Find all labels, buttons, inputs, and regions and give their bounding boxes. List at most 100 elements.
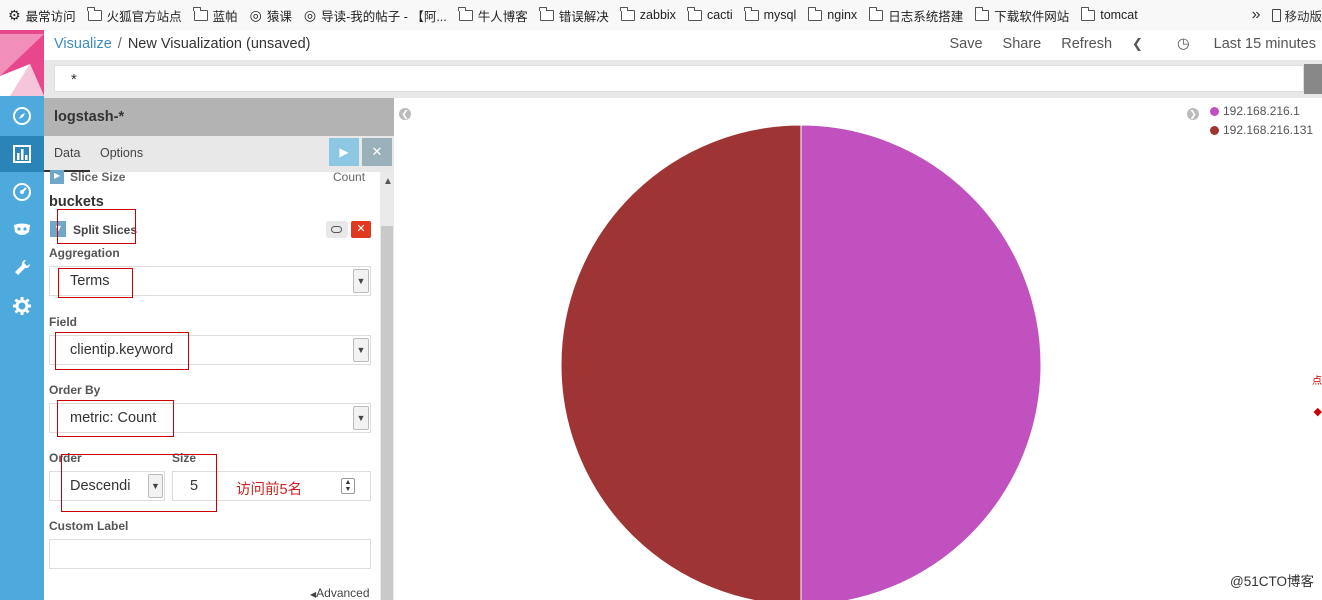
dashboard-gauge-icon bbox=[13, 183, 31, 201]
mobile-phone-icon bbox=[1272, 8, 1282, 22]
legend-label: 192.168.216.131 bbox=[1223, 123, 1314, 137]
save-button[interactable]: Save bbox=[949, 36, 982, 52]
folder-icon bbox=[620, 6, 635, 21]
bookmark-item[interactable]: mysql bbox=[744, 6, 797, 22]
folder-icon bbox=[458, 6, 473, 21]
bookmark-label: mysql bbox=[763, 8, 797, 22]
bookmark-item[interactable]: ◎ 猿课 bbox=[250, 6, 292, 25]
folder-icon bbox=[193, 6, 208, 21]
advanced-toggle[interactable]: ◀Advanced bbox=[310, 586, 370, 600]
legend-swatch bbox=[1210, 106, 1219, 116]
tab-options[interactable]: Options bbox=[100, 146, 143, 160]
toggle-icon bbox=[331, 226, 342, 233]
bookmark-item[interactable]: 错误解决 bbox=[539, 6, 609, 25]
number-stepper-icon[interactable]: ▲ ▼ bbox=[341, 478, 355, 494]
bookmark-item[interactable]: 火狐官方站点 bbox=[87, 6, 182, 25]
legend-item[interactable]: 192.168.216.131 bbox=[1210, 123, 1313, 137]
collapse-sidebar-icon[interactable]: ❮ bbox=[399, 108, 411, 120]
bookmark-label: tomcat bbox=[1100, 8, 1138, 22]
legend-item[interactable]: 192.168.216.1 bbox=[1210, 104, 1300, 118]
edge-annotation-arrow: ◆ bbox=[1313, 406, 1322, 418]
time-range-label: Last 15 minutes bbox=[1213, 36, 1316, 52]
bar-chart-icon bbox=[13, 145, 31, 163]
annotation-box bbox=[55, 332, 189, 370]
query-bar: * bbox=[44, 60, 1322, 98]
bookmarks-overflow[interactable]: » 移动版 bbox=[1252, 6, 1322, 25]
bookmark-label: 错误解决 bbox=[558, 9, 609, 24]
bookmark-item[interactable]: nginx bbox=[807, 6, 858, 22]
legend-toggle-icon[interactable]: ❯ bbox=[1187, 108, 1199, 120]
annotation-box bbox=[61, 454, 217, 512]
nav-devtools[interactable] bbox=[0, 250, 44, 286]
buckets-heading: buckets bbox=[49, 194, 104, 210]
double-chevron-right-icon: » bbox=[1251, 6, 1261, 23]
folder-icon bbox=[1080, 6, 1096, 21]
folder-icon bbox=[87, 6, 102, 21]
chevron-down-icon: ▼ bbox=[353, 406, 369, 430]
bucket-enable-toggle[interactable] bbox=[326, 221, 348, 238]
nav-timelion[interactable] bbox=[0, 212, 44, 248]
search-query-input[interactable]: * bbox=[54, 65, 1304, 92]
index-pattern-title: logstash-* bbox=[44, 98, 394, 136]
time-back-chevron-icon[interactable]: ❮ bbox=[1132, 36, 1143, 52]
folder-icon bbox=[868, 6, 884, 21]
bookmark-item[interactable]: cacti bbox=[687, 6, 733, 22]
metric-expand-toggle[interactable]: ▶ bbox=[50, 170, 64, 184]
bookmark-item[interactable]: ◎ 导读-我的帖子 - 【阿... bbox=[304, 6, 447, 25]
scrollbar-thumb[interactable] bbox=[381, 226, 393, 600]
nav-visualize[interactable] bbox=[0, 136, 44, 172]
chevron-down-icon: ▼ bbox=[353, 338, 369, 362]
bookmark-item[interactable]: 下载软件网站 bbox=[974, 6, 1070, 25]
pie-slice-1[interactable] bbox=[800, 124, 1042, 600]
tab-data[interactable]: Data bbox=[54, 146, 80, 160]
bookmark-label: 最常访问 bbox=[25, 9, 76, 24]
bookmark-label: 导读-我的帖子 - 【阿... bbox=[321, 9, 447, 24]
editor-tabs: Data Options ▶ ✕ bbox=[44, 136, 394, 172]
time-picker[interactable]: ◷ Last 15 minutes bbox=[1157, 36, 1316, 52]
kibana-logo[interactable] bbox=[0, 30, 44, 96]
bookmark-item[interactable]: 蓝帕 bbox=[193, 6, 238, 25]
discard-changes-button[interactable]: ✕ bbox=[362, 138, 392, 166]
bookmark-item[interactable]: 牛人博客 bbox=[458, 6, 528, 25]
gear-icon: ⚙ bbox=[8, 6, 21, 23]
bookmark-item[interactable]: 日志系统搭建 bbox=[868, 6, 963, 25]
size-annotation-note: 访问前5名 bbox=[236, 482, 303, 498]
breadcrumb: Visualize / New Visualization (unsaved) bbox=[54, 36, 311, 52]
annotation-box bbox=[57, 209, 136, 244]
top-nav-bar: Visualize / New Visualization (unsaved) Sa… bbox=[44, 30, 1322, 60]
refresh-button[interactable]: Refresh bbox=[1061, 36, 1112, 52]
bookmark-label: 火狐官方站点 bbox=[106, 9, 182, 24]
folder-icon bbox=[687, 6, 702, 21]
bookmark-item[interactable]: zabbix bbox=[620, 6, 676, 22]
bookmark-label: 下载软件网站 bbox=[994, 9, 1070, 24]
annotation-box bbox=[58, 268, 133, 298]
remove-bucket-button[interactable]: ✕ bbox=[351, 221, 371, 238]
bookmark-label: 蓝帕 bbox=[212, 9, 238, 24]
nav-discover[interactable] bbox=[0, 98, 44, 134]
bookmark-label: nginx bbox=[827, 8, 858, 22]
timelion-mask-icon bbox=[14, 223, 30, 235]
pie-chart bbox=[560, 124, 1042, 600]
custom-label-input[interactable] bbox=[49, 539, 371, 569]
share-button[interactable]: Share bbox=[1003, 36, 1042, 52]
search-submit-button[interactable] bbox=[1304, 64, 1322, 94]
kibana-sidebar bbox=[0, 30, 44, 600]
pie-slice-2[interactable] bbox=[560, 124, 802, 600]
mobile-bookmarks-label: 移动版 bbox=[1284, 9, 1322, 24]
legend-swatch bbox=[1210, 125, 1219, 135]
breadcrumb-visualize-link[interactable]: Visualize bbox=[54, 36, 112, 52]
bookmark-item[interactable]: tomcat bbox=[1080, 6, 1138, 22]
apply-changes-button[interactable]: ▶ bbox=[329, 138, 359, 166]
scroll-up-icon[interactable]: ▲ bbox=[383, 176, 393, 187]
nav-dashboard[interactable] bbox=[0, 174, 44, 210]
caret-right-icon: ▶ bbox=[54, 171, 61, 180]
folder-icon bbox=[539, 6, 554, 21]
nav-management[interactable] bbox=[0, 288, 44, 324]
site-icon: ◎ bbox=[303, 6, 317, 23]
bookmark-item[interactable]: ⚙ 最常访问 bbox=[8, 6, 76, 25]
folder-icon bbox=[974, 6, 990, 21]
site-icon: ◎ bbox=[249, 6, 262, 23]
clock-icon: ◷ bbox=[1176, 36, 1190, 52]
custom-label-label: Custom Label bbox=[49, 519, 129, 533]
close-icon: ✕ bbox=[356, 223, 366, 235]
